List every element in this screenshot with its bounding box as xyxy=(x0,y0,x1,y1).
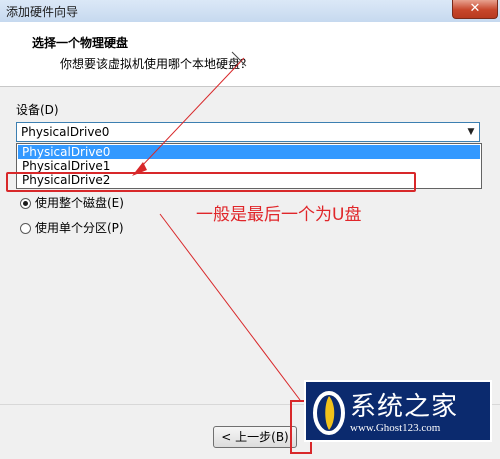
logo-name: 系统之家 xyxy=(350,392,459,422)
logo-url: www.Ghost123.com xyxy=(350,422,441,434)
annotation-pointer-line xyxy=(159,213,301,401)
annotation-arrowhead xyxy=(132,162,147,176)
watermark-logo: 系统之家 www.Ghost123.com xyxy=(304,380,492,442)
annotation-arrow-line xyxy=(139,57,245,169)
back-button[interactable]: < 上一步(B) xyxy=(213,426,297,448)
logo-icon xyxy=(313,391,345,435)
